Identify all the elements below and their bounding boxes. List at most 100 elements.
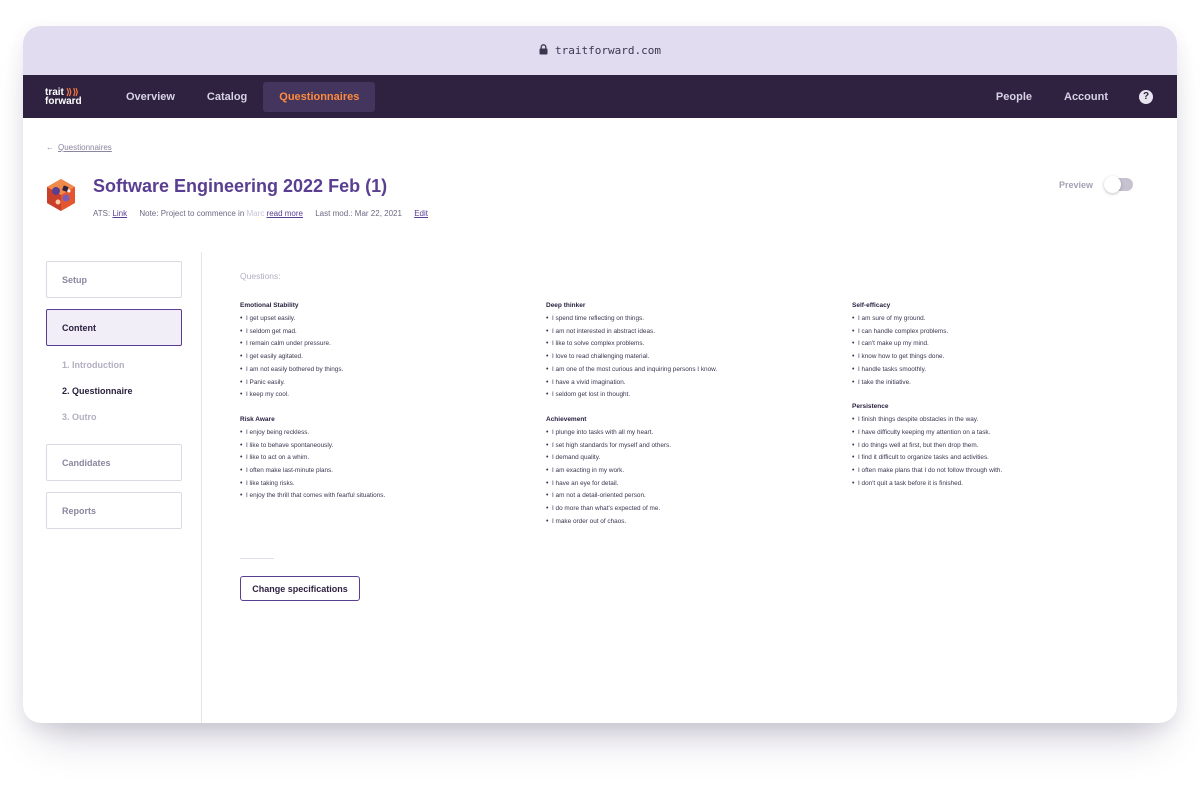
sidebar-item-setup[interactable]: Setup bbox=[46, 261, 182, 298]
project-avatar-icon bbox=[47, 179, 75, 211]
question-group-title: Persistence bbox=[852, 403, 889, 411]
step-introduction[interactable]: 1. Introduction bbox=[62, 360, 125, 370]
question-group-title: Deep thinker bbox=[546, 302, 586, 309]
question-list: I finish things despite obstacles in the… bbox=[852, 414, 1002, 490]
sidebar-divider bbox=[201, 252, 202, 723]
question-item: I have an eye for detail. bbox=[546, 478, 717, 491]
question-group: Deep thinker I spend time reflecting on t… bbox=[546, 302, 717, 402]
question-item: I am not easily bothered by things. bbox=[240, 364, 385, 377]
question-group-title: Achievement bbox=[546, 415, 587, 423]
preview-toggle-group: Preview bbox=[1058, 176, 1133, 193]
question-item: I like to behave spontaneously. bbox=[240, 440, 385, 453]
preview-label: Preview bbox=[1058, 179, 1093, 190]
question-item: I do things well at first, but then drop… bbox=[852, 440, 1002, 453]
question-item: I set high standards for myself and othe… bbox=[546, 440, 717, 453]
sidebar-item-candidates[interactable]: Candidates bbox=[46, 444, 182, 481]
question-group: Emotional StabilityI get upset easily.I … bbox=[240, 302, 385, 402]
questions-column: Self-efficacyI am sure of my ground.I ca… bbox=[852, 302, 1002, 504]
question-item: I finish things despite obstacles in the… bbox=[852, 414, 1002, 427]
question-item: I am exacting in my work. bbox=[546, 465, 717, 478]
preview-toggle[interactable] bbox=[1104, 176, 1133, 193]
question-item: I can't make up my mind. bbox=[852, 338, 1002, 351]
question-item: I have a vivid imagination. bbox=[546, 377, 717, 390]
question-list: I enjoy being reckless.I like to behave … bbox=[240, 427, 385, 503]
question-item: I handle tasks smoothly. bbox=[852, 364, 1002, 377]
question-item: I remain calm under pressure. bbox=[240, 338, 385, 351]
question-item: I often make plans that I do not follow … bbox=[852, 465, 1002, 478]
question-item: I am not a detail-oriented person. bbox=[546, 490, 717, 503]
question-item: I don't quit a task before it is finishe… bbox=[852, 478, 1002, 491]
note-text: Note: Project to commence in bbox=[139, 209, 245, 218]
question-item: I know how to get things done. bbox=[852, 351, 1002, 364]
sidebar-item-content[interactable]: Content bbox=[46, 309, 182, 346]
question-item: I make order out of chaos. bbox=[546, 516, 717, 529]
logo-arrows-icon: ⟫⟫ bbox=[65, 86, 79, 97]
question-item: I enjoy being reckless. bbox=[240, 427, 385, 440]
nav-right-group: People Account ? bbox=[980, 75, 1153, 118]
question-item: I plunge into tasks with all my heart. bbox=[546, 427, 717, 440]
question-group-title: Risk Aware bbox=[240, 415, 275, 423]
divider bbox=[240, 558, 274, 559]
question-item: I Panic easily. bbox=[240, 377, 385, 390]
question-item: I get easily agitated. bbox=[240, 351, 385, 364]
question-item: I seldom get mad. bbox=[240, 326, 385, 339]
questions-heading: Questions: bbox=[240, 271, 281, 281]
question-item: I enjoy the thrill that comes with fearf… bbox=[240, 490, 385, 503]
edit-link[interactable]: Edit bbox=[414, 209, 428, 218]
questions-column: Deep thinker I spend time reflecting on t… bbox=[546, 302, 717, 543]
sidebar-item-reports[interactable]: Reports bbox=[46, 492, 182, 529]
question-item: I like taking risks. bbox=[240, 478, 385, 491]
last-modified: Last mod.: Mar 22, 2021 bbox=[315, 209, 402, 218]
question-item: I take the initiative. bbox=[852, 377, 1002, 390]
question-group: Achievement I plunge into tasks with all … bbox=[546, 416, 717, 529]
question-item: I like to solve complex problems. bbox=[546, 338, 717, 351]
nav-people[interactable]: People bbox=[980, 83, 1048, 111]
logo-text-forward: forward bbox=[45, 95, 82, 107]
toggle-knob bbox=[1104, 176, 1121, 193]
help-icon[interactable]: ? bbox=[1139, 89, 1153, 104]
step-outro[interactable]: 3. Outro bbox=[62, 412, 97, 422]
ats-link[interactable]: Link bbox=[112, 209, 127, 218]
read-more-link[interactable]: read more bbox=[267, 209, 303, 218]
nav-catalog[interactable]: Catalog bbox=[191, 83, 263, 111]
question-list: I am sure of my ground.I can handle comp… bbox=[852, 313, 1002, 389]
question-item: I am one of the most curious and inquiri… bbox=[546, 364, 717, 377]
nav-overview[interactable]: Overview bbox=[110, 83, 191, 111]
question-item: I demand quality. bbox=[546, 452, 717, 465]
question-item: I can handle complex problems. bbox=[852, 326, 1002, 339]
change-specifications-button[interactable]: Change specifications bbox=[240, 576, 360, 601]
note-faded-text: Marc bbox=[246, 209, 265, 218]
question-group: Persistence I finish things despite obsta… bbox=[852, 403, 1002, 490]
question-item: I am sure of my ground. bbox=[852, 313, 1002, 326]
browser-window: traitforward.com trait ⟫⟫ forward Overvie… bbox=[23, 26, 1177, 723]
question-list: I spend time reflecting on things.I am n… bbox=[546, 313, 717, 402]
ats-label: ATS: bbox=[93, 209, 111, 218]
question-item: I love to read challenging material. bbox=[546, 351, 717, 364]
question-item: I keep my cool. bbox=[240, 389, 385, 402]
page-title: Software Engineering 2022 Feb (1) bbox=[93, 176, 388, 196]
nav-account[interactable]: Account bbox=[1048, 83, 1124, 111]
question-group: Self-efficacyI am sure of my ground.I ca… bbox=[852, 302, 1002, 389]
nav-questionnaires[interactable]: Questionnaires bbox=[263, 81, 376, 112]
question-item: I do more than what's expected of me. bbox=[546, 503, 717, 516]
question-item: I find it difficult to organize tasks an… bbox=[852, 452, 1002, 465]
top-navbar: trait ⟫⟫ forward Overview Catalog Questio… bbox=[23, 75, 1177, 118]
breadcrumb: ← Questionnaires bbox=[46, 143, 112, 152]
question-item: I get upset easily. bbox=[240, 313, 385, 326]
address-bar[interactable]: traitforward.com bbox=[23, 26, 1177, 75]
traitforward-logo[interactable]: trait ⟫⟫ forward bbox=[45, 86, 97, 107]
question-list: I get upset easily.I seldom get mad.I re… bbox=[240, 313, 385, 402]
step-questionnaire[interactable]: 2. Questionnaire bbox=[62, 386, 133, 396]
url-text: traitforward.com bbox=[555, 44, 661, 57]
question-item: I like to act on a whim. bbox=[240, 452, 385, 465]
question-item: I spend time reflecting on things. bbox=[546, 313, 717, 326]
question-group-title: Emotional Stability bbox=[240, 302, 299, 309]
back-arrow-icon: ← bbox=[46, 143, 54, 152]
question-list: I plunge into tasks with all my heart.I … bbox=[546, 427, 717, 529]
project-meta: ATS: Link Note: Project to commence in M… bbox=[93, 209, 428, 218]
breadcrumb-questionnaires-link[interactable]: Questionnaires bbox=[58, 143, 112, 152]
question-item: I have difficulty keeping my attention o… bbox=[852, 427, 1002, 440]
question-item: I am not interested in abstract ideas. bbox=[546, 326, 717, 339]
question-item: I seldom get lost in thought. bbox=[546, 389, 717, 402]
question-group-title: Self-efficacy bbox=[852, 302, 891, 309]
